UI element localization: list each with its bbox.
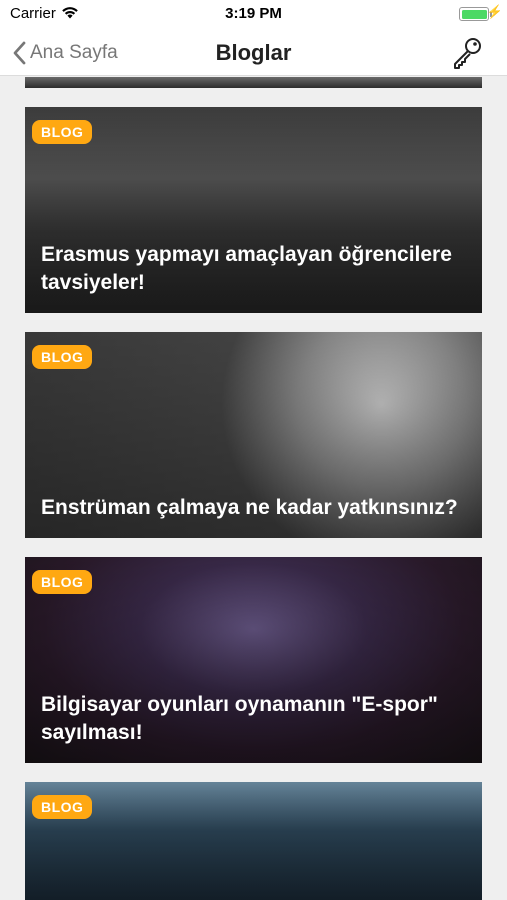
blog-badge: BLOG [32,570,93,594]
card-title: Enstrüman çalmaya ne kadar yatkınsınız? [41,496,458,519]
status-bar: Carrier 3:19 PM ⚡ [0,0,507,30]
key-icon [454,38,481,69]
card-overlay [25,782,482,900]
navigation-bar: Ana Sayfa Bloglar [0,30,507,76]
blog-card[interactable]: BLOG Erasmus yapmayı amaçlayan öğrencile… [25,107,482,313]
battery-icon [459,7,489,21]
blog-badge: BLOG [32,120,93,144]
page-title: Bloglar [215,40,292,65]
blog-badge: BLOG [32,795,93,819]
blog-card[interactable]: BLOG Bilgisayar oyunları oynamanın "E-sp… [25,557,482,763]
previous-card-edge [25,77,482,88]
charging-icon: ⚡ [486,4,503,19]
card-title: Erasmus yapmayı amaçlayan öğrencilere ta… [41,243,452,294]
status-time: 3:19 PM [225,5,282,22]
blog-badge: BLOG [32,345,93,369]
blog-list[interactable]: BLOG Erasmus yapmayı amaçlayan öğrencile… [0,77,507,900]
blog-card[interactable]: BLOG Enstrüman çalmaya ne kadar yatkınsı… [25,332,482,538]
card-title: Bilgisayar oyunları oynamanın "E-spor" s… [41,693,438,744]
key-button[interactable] [449,35,485,71]
blog-card[interactable]: BLOG [25,782,482,900]
